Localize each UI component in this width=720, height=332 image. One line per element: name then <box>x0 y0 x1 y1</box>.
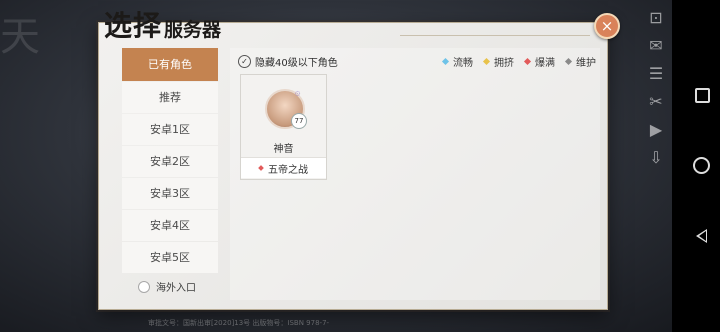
tab-android-2[interactable]: 安卓2区 <box>122 146 218 177</box>
title-sub: 服务器 <box>164 19 222 41</box>
legend-crowded: 拥挤 <box>482 54 514 69</box>
scan-icon[interactable]: ⊡ <box>646 8 666 28</box>
tab-recommended[interactable]: 推荐 <box>122 82 218 113</box>
overseas-radio[interactable] <box>138 280 150 293</box>
recent-apps-icon[interactable] <box>695 88 710 103</box>
hide-low-level-toggle[interactable]: ✓ 隐藏40级以下角色 <box>238 54 338 69</box>
legend-full: 爆满 <box>523 54 555 69</box>
overseas-label: 海外入口 <box>156 283 196 294</box>
legend-maintenance: 维护 <box>564 54 596 69</box>
approval-footer-text: 审批文号：国新出审[2020]13号 出版物号：ISBN 978-7- <box>148 319 330 327</box>
status-diamond-icon <box>523 57 532 66</box>
back-icon[interactable] <box>696 229 707 243</box>
download-icon[interactable]: ⇩ <box>646 148 666 168</box>
mail-icon[interactable]: ✉ <box>646 36 666 56</box>
tab-android-3[interactable]: 安卓3区 <box>122 178 218 209</box>
legend-label: 维护 <box>576 58 596 69</box>
legend-smooth: 流畅 <box>441 54 473 69</box>
title-main: 选择 <box>104 9 163 42</box>
server-status-legend: 流畅 拥挤 爆满 维护 <box>432 54 596 69</box>
video-icon[interactable]: ▶ <box>646 120 666 140</box>
level-badge: 77 <box>291 113 307 129</box>
tools-icon[interactable]: ✂ <box>646 92 666 112</box>
status-diamond-icon <box>564 57 573 66</box>
tab-android-5[interactable]: 安卓5区 <box>122 242 218 273</box>
panel-title: 选择 服务器 <box>104 8 221 44</box>
background-title-text: 天 <box>0 14 44 60</box>
server-status-icon <box>258 165 264 171</box>
character-name: 神音 <box>273 144 294 155</box>
notice-icon[interactable]: ☰ <box>646 64 666 84</box>
legend-label: 拥挤 <box>494 58 514 69</box>
character-server: 五帝之战 <box>241 157 326 178</box>
tab-existing-roles[interactable]: 已有角色 <box>122 48 218 81</box>
server-group-sidebar: 已有角色 推荐 安卓1区 安卓2区 安卓3区 安卓4区 安卓5区 <box>122 48 218 274</box>
character-card[interactable]: ۞ 77 神音 五帝之战 <box>240 74 327 180</box>
right-side-menu: ⊡ ✉ ☰ ✂ ▶ ⇩ <box>643 8 669 176</box>
legend-label: 爆满 <box>535 58 555 69</box>
legend-label: 流畅 <box>453 58 473 69</box>
checkmark-icon[interactable]: ✓ <box>238 55 251 68</box>
home-icon[interactable] <box>693 157 710 174</box>
decorative-divider <box>400 35 590 36</box>
close-button[interactable]: × <box>594 13 620 39</box>
server-name: 五帝之战 <box>268 164 308 176</box>
overseas-entry[interactable]: 海外入口 <box>138 279 196 294</box>
status-diamond-icon <box>441 57 450 66</box>
tab-android-1[interactable]: 安卓1区 <box>122 114 218 145</box>
close-icon: × <box>600 17 614 35</box>
tab-android-4[interactable]: 安卓4区 <box>122 210 218 241</box>
hide-low-level-label: 隐藏40级以下角色 <box>255 58 338 69</box>
class-emblem-icon: ۞ <box>295 88 301 98</box>
status-diamond-icon <box>482 57 491 66</box>
